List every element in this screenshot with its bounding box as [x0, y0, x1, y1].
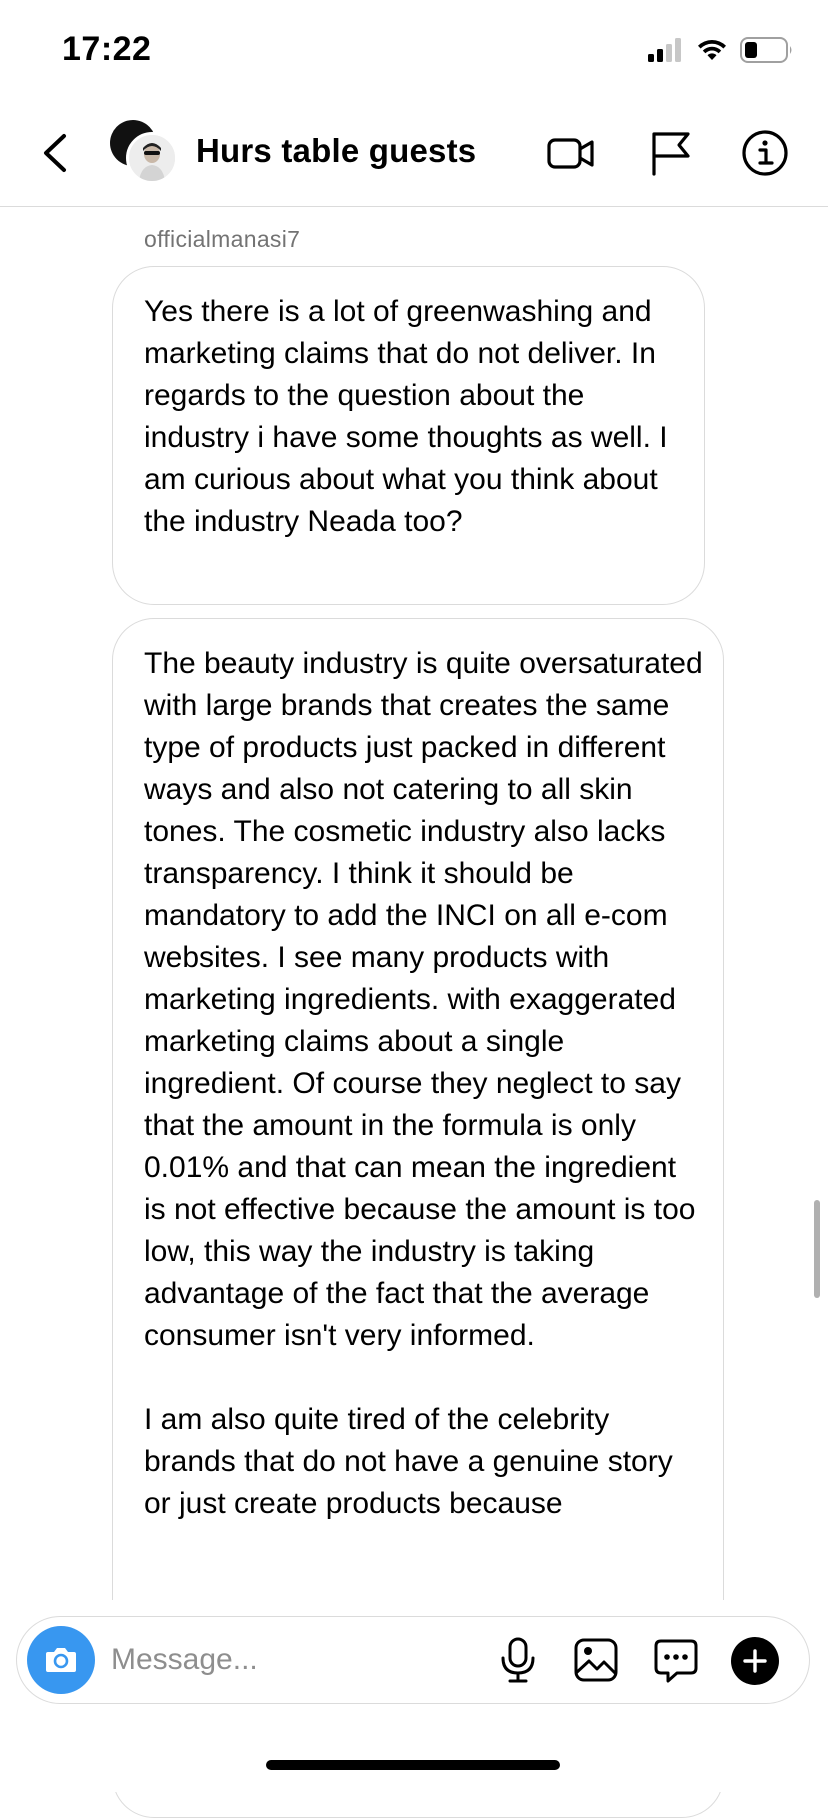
gallery-icon[interactable] — [573, 1637, 619, 1683]
video-camera-icon[interactable] — [546, 128, 596, 178]
group-avatar[interactable] — [110, 120, 178, 184]
flag-icon[interactable] — [646, 128, 696, 178]
message-composer — [16, 1616, 810, 1704]
back-arrow-icon[interactable] — [36, 130, 76, 176]
message-bubble[interactable]: Yes there is a lot of greenwashing and m… — [112, 266, 705, 605]
avatar — [126, 132, 178, 184]
message-input[interactable] — [111, 1633, 411, 1687]
status-icons — [648, 36, 794, 64]
message-sender-name: officialmanasi7 — [144, 226, 301, 252]
battery-icon — [740, 37, 792, 63]
microphone-icon[interactable] — [495, 1637, 541, 1683]
scroll-indicator[interactable] — [814, 1200, 820, 1298]
chat-header: Hurs table guests — [0, 100, 828, 207]
info-icon[interactable] — [740, 128, 790, 178]
cellular-signal-icon — [648, 38, 681, 62]
camera-icon — [46, 1648, 76, 1672]
camera-button[interactable] — [27, 1626, 95, 1694]
sticker-icon[interactable] — [653, 1637, 699, 1683]
plus-icon — [743, 1649, 767, 1673]
home-indicator[interactable] — [266, 1760, 560, 1770]
status-bar: 17:22 — [0, 0, 828, 100]
wifi-icon — [698, 40, 726, 60]
chat-title[interactable]: Hurs table guests — [196, 132, 476, 170]
plus-button[interactable] — [731, 1637, 779, 1685]
status-time: 17:22 — [62, 30, 152, 68]
avatar-photo — [129, 135, 175, 181]
